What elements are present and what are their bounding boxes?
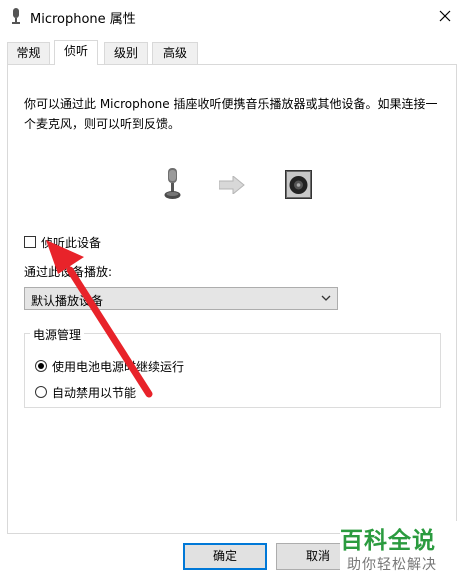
watermark-slogan: 助你轻松解决 [347, 557, 437, 573]
playback-device-select[interactable]: 默认播放设备 [24, 287, 338, 310]
playback-device-value: 默认播放设备 [31, 294, 104, 308]
radio-selected-dot [38, 363, 44, 369]
microphone-icon [12, 8, 20, 24]
watermark: 百科全说 助你轻松解决 [340, 521, 465, 581]
window-title: Microphone 属性 [30, 12, 136, 27]
microphone-device-icon [164, 168, 181, 199]
close-icon [439, 10, 451, 22]
listen-description: 你可以通过此 Microphone 插座收听便携音乐播放器或其他设备。如果连接一… [24, 97, 438, 131]
tab-advanced[interactable]: 高级 [152, 42, 198, 64]
watermark-logo: 百科全说 [340, 528, 436, 554]
listen-device-label[interactable]: 侦听此设备 [41, 234, 101, 251]
power-management-label: 电源管理 [30, 326, 85, 343]
tab-listen[interactable]: 侦听 [54, 40, 98, 65]
tab-levels[interactable]: 级别 [104, 42, 148, 64]
continue-on-battery-label[interactable]: 使用电池电源时继续运行 [52, 358, 184, 375]
title-bar: Microphone 属性 [0, 0, 465, 32]
continue-on-battery-radio[interactable] [35, 360, 47, 372]
ok-button[interactable]: 确定 [183, 543, 267, 570]
arrow-right-icon [219, 176, 245, 194]
auto-disable-radio[interactable] [35, 386, 47, 398]
playback-device-label: 通过此设备播放: [24, 265, 113, 279]
close-button[interactable] [425, 0, 465, 32]
listen-device-checkbox[interactable] [24, 236, 36, 248]
auto-disable-label[interactable]: 自动禁用以节能 [52, 384, 136, 401]
speaker-device-icon [285, 170, 312, 199]
tab-general[interactable]: 常规 [7, 42, 50, 64]
chevron-down-icon [321, 295, 331, 301]
